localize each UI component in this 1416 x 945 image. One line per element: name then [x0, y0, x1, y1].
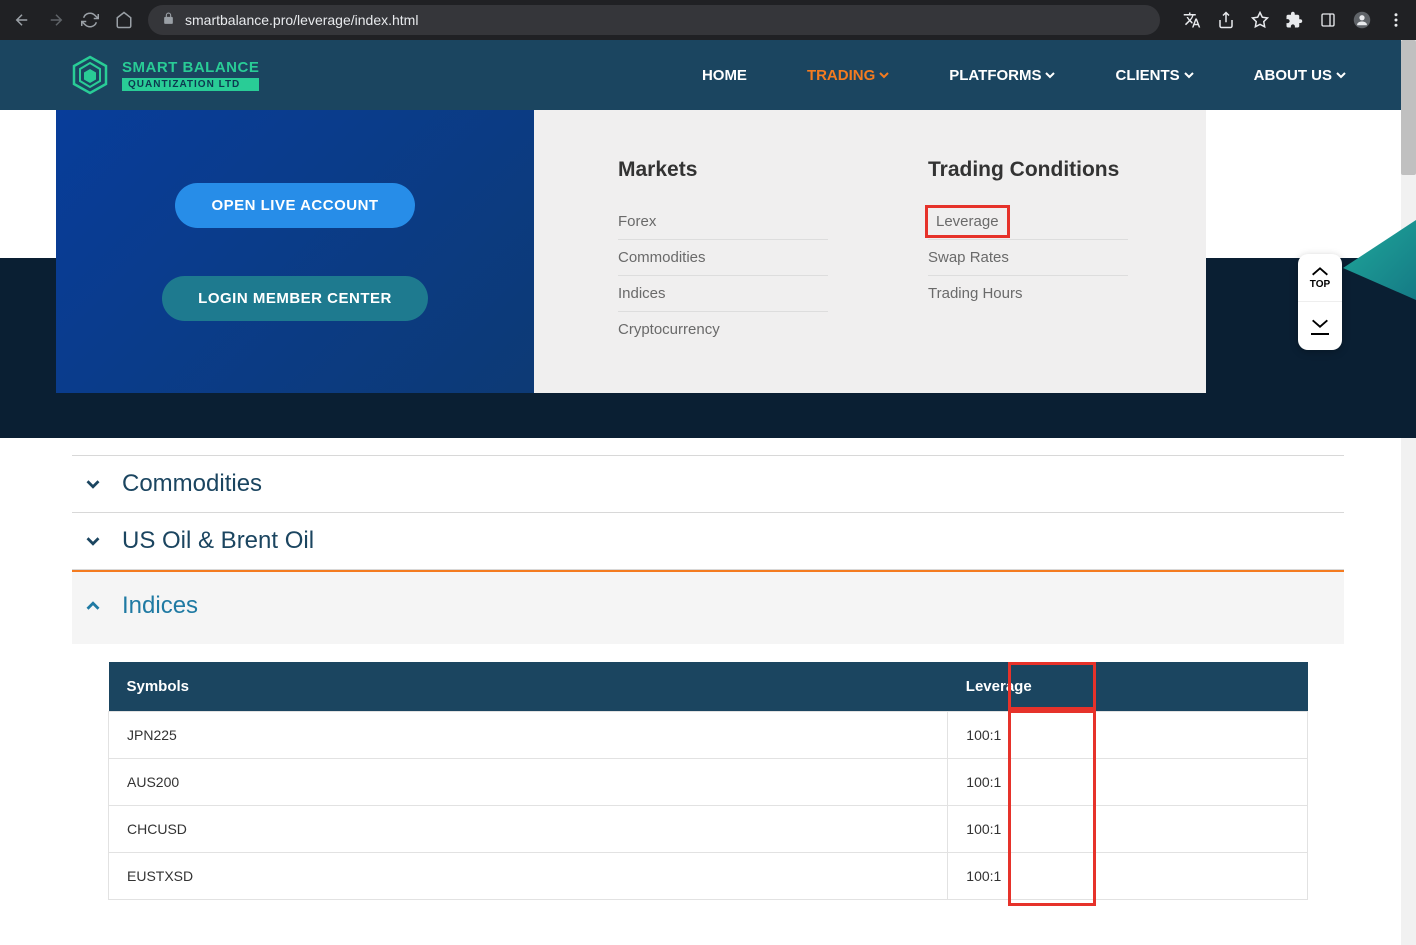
trading-dropdown: Markets Forex Commodities Indices Crypto…	[534, 110, 1206, 393]
chevron-down-icon	[82, 473, 104, 495]
panel-icon[interactable]	[1316, 8, 1340, 32]
nav-about[interactable]: ABOUT US	[1254, 67, 1346, 84]
logo-subtitle: QUANTIZATION LTD	[122, 78, 259, 91]
chevron-down-icon	[1184, 70, 1194, 80]
accordion-commodities[interactable]: Commodities	[72, 456, 1344, 513]
scroll-bottom-button[interactable]	[1298, 302, 1342, 350]
dropdown-col2-title: Trading Conditions	[928, 158, 1128, 182]
extensions-icon[interactable]	[1282, 8, 1306, 32]
logo[interactable]: SMART BALANCE QUANTIZATION LTD	[70, 55, 259, 95]
scrollbar-thumb[interactable]	[1401, 40, 1416, 175]
login-button[interactable]: LOGIN MEMBER CENTER	[162, 276, 428, 321]
logo-title: SMART BALANCE	[122, 59, 259, 76]
chevron-down-icon	[1336, 70, 1346, 80]
table-row: CHCUSD100:1	[109, 806, 1308, 853]
logo-icon	[70, 55, 110, 95]
col-symbols: Symbols	[109, 662, 948, 712]
nav-home[interactable]: HOME	[702, 67, 747, 84]
lock-icon	[162, 12, 175, 28]
menu-icon[interactable]	[1384, 8, 1408, 32]
scroll-top-button[interactable]: TOP	[1298, 254, 1342, 302]
dropdown-item-indices[interactable]: Indices	[618, 276, 828, 312]
dropdown-item-cryptocurrency[interactable]: Cryptocurrency	[618, 312, 828, 347]
address-bar[interactable]: smartbalance.pro/leverage/index.html	[148, 5, 1160, 35]
nav-trading[interactable]: TRADING	[807, 67, 889, 84]
back-button[interactable]	[8, 6, 36, 34]
url-text: smartbalance.pro/leverage/index.html	[185, 12, 418, 28]
reload-button[interactable]	[76, 6, 104, 34]
col-leverage: Leverage	[948, 662, 1308, 712]
main-nav: HOME TRADING PLATFORMS CLIENTS ABOUT US	[702, 67, 1346, 84]
browser-toolbar: smartbalance.pro/leverage/index.html	[0, 0, 1416, 40]
dropdown-item-swap-rates[interactable]: Swap Rates	[928, 240, 1128, 276]
scrollbar-track[interactable]	[1401, 40, 1416, 945]
table-row: JPN225100:1	[109, 712, 1308, 759]
dropdown-item-commodities[interactable]: Commodities	[618, 240, 828, 276]
browser-actions	[1180, 8, 1408, 32]
table-row: EUSTXSD100:1	[109, 853, 1308, 900]
accordion-oil[interactable]: US Oil & Brent Oil	[72, 513, 1344, 570]
indices-table-wrap: Symbols Leverage JPN225100:1 AUS200100:1…	[72, 644, 1344, 900]
profile-icon[interactable]	[1350, 8, 1374, 32]
indices-table: Symbols Leverage JPN225100:1 AUS200100:1…	[108, 662, 1308, 900]
star-icon[interactable]	[1248, 8, 1272, 32]
dropdown-item-leverage[interactable]: Leverage	[928, 208, 1007, 235]
chevron-down-icon	[1045, 70, 1055, 80]
nav-platforms[interactable]: PLATFORMS	[949, 67, 1055, 84]
hero-panel: OPEN LIVE ACCOUNT LOGIN MEMBER CENTER	[56, 110, 534, 393]
dropdown-col1-title: Markets	[618, 158, 828, 182]
nav-clients[interactable]: CLIENTS	[1115, 67, 1193, 84]
site-header: SMART BALANCE QUANTIZATION LTD HOME TRAD…	[0, 40, 1416, 110]
dropdown-item-trading-hours[interactable]: Trading Hours	[928, 276, 1128, 311]
home-button[interactable]	[110, 6, 138, 34]
share-icon[interactable]	[1214, 8, 1238, 32]
chevron-down-icon	[82, 530, 104, 552]
accordion-indices[interactable]: Indices	[72, 570, 1344, 644]
chevron-up-icon	[82, 595, 104, 617]
translate-icon[interactable]	[1180, 8, 1204, 32]
chevron-down-icon	[879, 70, 889, 80]
scroll-widget: TOP	[1298, 254, 1342, 350]
accordion: Forex Pairs Commodities US Oil & Brent O…	[0, 399, 1416, 900]
dropdown-item-forex[interactable]: Forex	[618, 204, 828, 240]
open-account-button[interactable]: OPEN LIVE ACCOUNT	[175, 183, 414, 228]
forward-button[interactable]	[42, 6, 70, 34]
table-row: AUS200100:1	[109, 759, 1308, 806]
